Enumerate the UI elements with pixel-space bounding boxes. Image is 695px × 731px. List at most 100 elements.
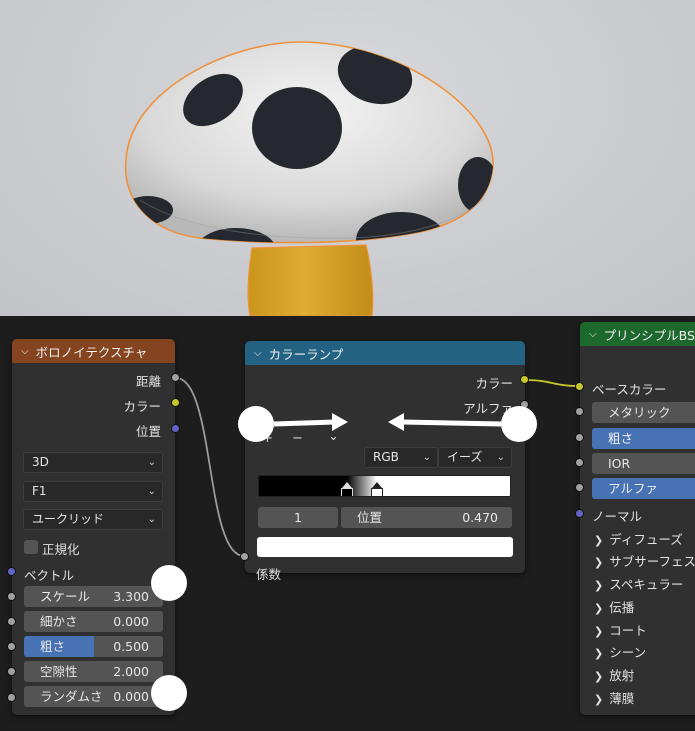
panel-specular[interactable]: ❯ スペキュラー (594, 574, 683, 593)
panel-emission-label: 放射 (609, 668, 635, 683)
metallic-field[interactable]: メタリック (592, 402, 695, 423)
socket-vector-input[interactable] (7, 567, 16, 576)
feature-dropdown[interactable]: F1 ⌄ (23, 481, 163, 502)
3d-viewport[interactable] (0, 0, 695, 316)
socket-roughness-input[interactable] (7, 642, 16, 651)
socket-color-output[interactable] (171, 398, 180, 407)
color-stop-white[interactable] (371, 482, 383, 496)
panel-coat-label: コート (609, 623, 647, 638)
detail-value: 0.000 (113, 614, 149, 629)
dropdown-arrow-icon: ⌄ (147, 457, 156, 468)
color-ramp-gradient[interactable] (258, 475, 511, 497)
output-distance-label: 距離 (135, 374, 161, 389)
socket-ior-input[interactable] (575, 458, 584, 467)
scale-field[interactable]: スケール 3.300 (24, 586, 163, 607)
roughness-value: 0.500 (113, 639, 149, 654)
randomness-field[interactable]: ランダムさ 0.000 (24, 686, 163, 707)
annotation-dot (501, 406, 537, 442)
metric-value: ユークリッド (32, 512, 105, 526)
panel-emission[interactable]: ❯ 放射 (594, 665, 634, 684)
roughness-label: 粗さ (40, 639, 66, 654)
ramp-menu-icon[interactable]: ⌄ (328, 429, 339, 444)
chevron-right-icon: ❯ (594, 602, 604, 615)
dropdown-arrow-icon: ⌄ (422, 452, 431, 463)
ior-field[interactable]: IOR (592, 453, 695, 474)
output-position-label: 位置 (135, 424, 161, 439)
lacunarity-value: 2.000 (113, 664, 149, 679)
color-stop-black[interactable] (341, 482, 353, 496)
panel-subsurface-label: サブサーフェス (609, 554, 695, 569)
chevron-right-icon: ❯ (594, 534, 604, 547)
output-color-label: カラー (123, 399, 161, 414)
socket-detail-input[interactable] (7, 617, 16, 626)
detail-label: 細かさ (40, 614, 78, 629)
panel-coat[interactable]: ❯ コート (594, 620, 647, 639)
panel-subsurface[interactable]: ❯ サブサーフェス (594, 551, 695, 570)
chevron-down-icon[interactable]: ⌵ (254, 348, 262, 359)
active-stop-index-field[interactable]: 1 (258, 507, 338, 528)
color-ramp-node-title: カラーランプ (268, 346, 344, 362)
stop-position-field[interactable]: 位置 0.470 (341, 507, 512, 528)
interpolation-dropdown[interactable]: イーズ ⌄ (438, 447, 512, 468)
input-normal-label: ノーマル (592, 509, 643, 524)
randomness-label: ランダムさ (40, 689, 103, 704)
lacunarity-field[interactable]: 空隙性 2.000 (24, 661, 163, 682)
voronoi-texture-node[interactable]: ⌵ ボロノイテクスチャ 距離 カラー 位置 3D ⌄ F1 ⌄ ユークリッド ⌄… (12, 339, 175, 715)
stop-color-swatch[interactable] (257, 537, 513, 557)
socket-metallic-input[interactable] (575, 407, 584, 416)
color-ramp-node-header[interactable]: ⌵ カラーランプ (245, 341, 525, 365)
chevron-down-icon[interactable]: ⌵ (589, 329, 597, 340)
stop-position-label: 位置 (357, 510, 383, 525)
color-ramp-node[interactable]: ⌵ カラーランプ カラー アルファ + − ⌄ RGB ⌄ イーズ ⌄ 1 位置… (245, 341, 525, 582)
shader-node-editor[interactable]: ⌵ ボロノイテクスチャ 距離 カラー 位置 3D ⌄ F1 ⌄ ユークリッド ⌄… (0, 316, 695, 731)
color-mode-dropdown[interactable]: RGB ⌄ (364, 447, 438, 468)
socket-distance-output[interactable] (171, 373, 180, 382)
output-alpha-label: アルファ (463, 401, 513, 416)
dropdown-arrow-icon: ⌄ (147, 486, 156, 497)
annotation-dot (151, 565, 187, 601)
remove-stop-icon[interactable]: − (292, 431, 303, 446)
panel-thin-film[interactable]: ❯ 薄膜 (594, 688, 634, 707)
normalize-label: 正規化 (42, 542, 80, 557)
socket-scale-input[interactable] (7, 592, 16, 601)
interpolation-value: イーズ (447, 450, 483, 464)
dimension-dropdown[interactable]: 3D ⌄ (23, 452, 163, 473)
socket-position-output[interactable] (171, 424, 180, 433)
socket-roughness-input[interactable] (575, 433, 584, 442)
chevron-right-icon: ❯ (594, 647, 604, 660)
normalize-checkbox[interactable] (24, 540, 38, 554)
principled-node-header[interactable]: ⌵ プリンシプルBSDF (580, 322, 695, 346)
principled-bsdf-node[interactable]: ⌵ プリンシプルBSDF ベースカラー メタリック 粗さ IOR アルファ ノー… (580, 322, 695, 715)
panel-diffuse-label: ディフューズ (609, 532, 683, 547)
socket-lacunarity-input[interactable] (7, 667, 16, 676)
socket-normal-input[interactable] (575, 509, 584, 518)
voronoi-node-header[interactable]: ⌵ ボロノイテクスチャ (12, 339, 175, 363)
panel-thin-film-label: 薄膜 (609, 691, 635, 706)
alpha-field[interactable]: アルファ (592, 478, 695, 499)
metric-dropdown[interactable]: ユークリッド ⌄ (23, 509, 163, 530)
roughness-field[interactable]: 粗さ (592, 428, 695, 449)
lacunarity-label: 空隙性 (40, 664, 78, 679)
output-color-label: カラー (475, 376, 513, 391)
panel-diffuse[interactable]: ❯ ディフューズ (594, 529, 683, 548)
dropdown-arrow-icon: ⌄ (496, 452, 505, 463)
socket-base-color-input[interactable] (575, 382, 584, 391)
color-mode-value: RGB (373, 450, 399, 464)
chevron-right-icon: ❯ (594, 670, 604, 683)
socket-alpha-input[interactable] (575, 483, 584, 492)
panel-transmission[interactable]: ❯ 伝播 (594, 597, 634, 616)
panel-transmission-label: 伝播 (609, 600, 635, 615)
socket-factor-input[interactable] (240, 552, 249, 561)
randomness-value: 0.000 (113, 689, 149, 704)
feature-value: F1 (32, 484, 47, 498)
chevron-right-icon: ❯ (594, 693, 604, 706)
mushroom-render (124, 41, 494, 316)
socket-randomness-input[interactable] (7, 693, 16, 702)
input-base-color-label: ベースカラー (592, 382, 667, 397)
dropdown-arrow-icon: ⌄ (147, 514, 156, 525)
roughness-slider[interactable]: 粗さ 0.500 (24, 636, 163, 657)
chevron-down-icon[interactable]: ⌵ (21, 346, 29, 357)
detail-field[interactable]: 細かさ 0.000 (24, 611, 163, 632)
socket-ramp-color-output[interactable] (520, 375, 529, 384)
panel-sheen[interactable]: ❯ シーン (594, 642, 646, 661)
